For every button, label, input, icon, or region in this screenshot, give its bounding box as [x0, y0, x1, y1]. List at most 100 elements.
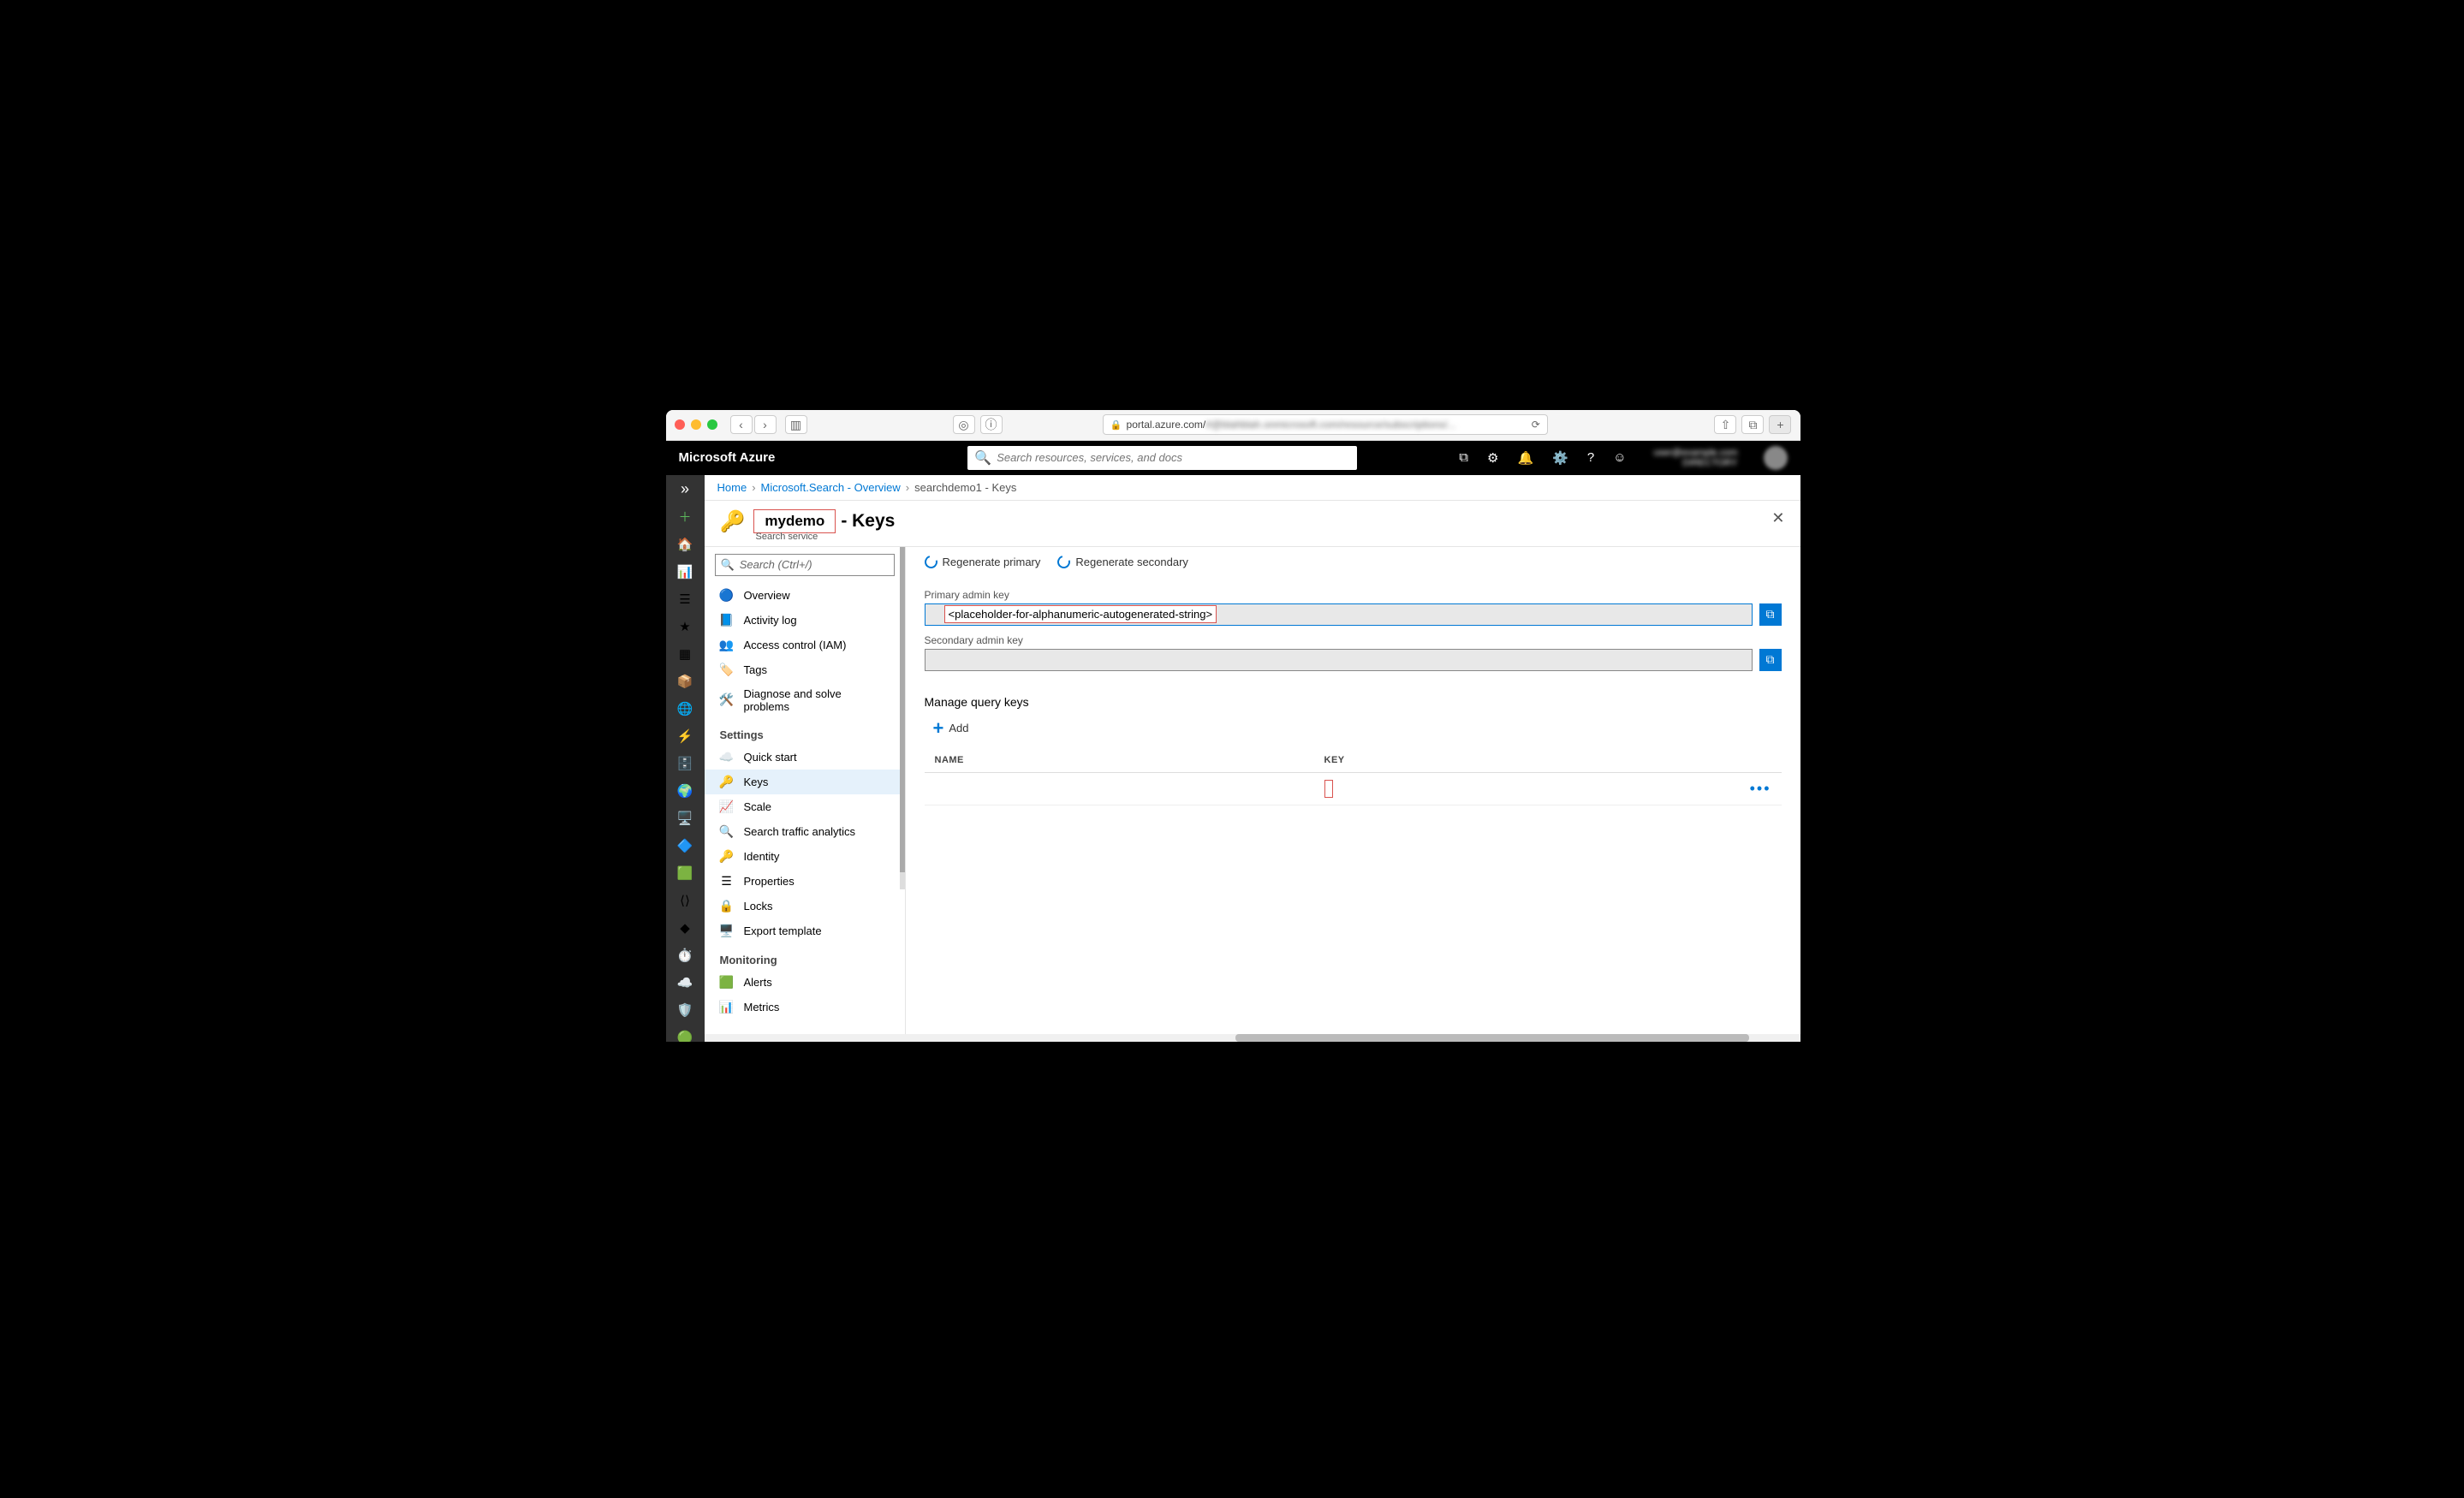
row-more-button[interactable]: •••	[1750, 780, 1771, 798]
sidebar-item-metrics[interactable]: 📊Metrics	[705, 995, 905, 1019]
row-key-value	[1324, 780, 1333, 798]
rail-item-1[interactable]: ＋	[677, 509, 693, 525]
sidebar-item-label: Search traffic analytics	[744, 825, 856, 838]
sidebar-item-export-template[interactable]: 🖥️Export template	[705, 918, 905, 943]
user-info[interactable]: user@example.com DIRECTORY	[1654, 448, 1738, 468]
url-path-obscured: #@blahblah.onmicrosoft.com/resource/subs…	[1205, 419, 1455, 431]
rail-item-18[interactable]: ☁️	[677, 975, 693, 990]
horizontal-scrollbar[interactable]	[705, 1034, 1800, 1042]
copy-primary-key-button[interactable]: ⧉	[1759, 603, 1782, 626]
sidebar-item-access-control-iam-[interactable]: 👥Access control (IAM)	[705, 633, 905, 657]
sidebar-toggle-icon[interactable]: ▥	[785, 415, 807, 434]
tabs-icon[interactable]: ⧉	[1741, 415, 1764, 434]
sidebar-search-placeholder: Search (Ctrl+/)	[740, 558, 812, 571]
cloud-shell-icon[interactable]: ⧉	[1459, 450, 1468, 465]
close-blade-icon[interactable]: ✕	[1771, 509, 1784, 527]
rail-item-7[interactable]: 📦	[677, 674, 693, 689]
rail-item-15[interactable]: ⟨⟩	[677, 893, 693, 908]
url-bar[interactable]: 🔒 portal.azure.com/ #@blahblah.onmicroso…	[1103, 414, 1548, 435]
forward-button[interactable]: ›	[754, 415, 777, 434]
regenerate-primary-button[interactable]: Regenerate primary	[925, 556, 1041, 568]
rail-item-3[interactable]: 📊	[677, 564, 693, 580]
reader-icon[interactable]: ⓘ	[980, 415, 1003, 434]
close-window-icon[interactable]	[675, 419, 685, 430]
feedback-icon[interactable]: ☺	[1613, 450, 1626, 465]
sidebar-item-icon: 🔍	[720, 824, 734, 839]
rail-item-9[interactable]: ⚡	[677, 728, 693, 744]
sidebar-item-scale[interactable]: 📈Scale	[705, 794, 905, 819]
rail-item-2[interactable]: 🏠	[677, 537, 693, 552]
sidebar-item-alerts[interactable]: 🟩Alerts	[705, 970, 905, 995]
global-search[interactable]: 🔍	[967, 446, 1357, 470]
plus-icon: +	[933, 717, 944, 740]
primary-key-field[interactable]: <placeholder-for-alphanumeric-autogenera…	[925, 603, 1753, 626]
rail-item-4[interactable]: ☰	[677, 591, 693, 607]
rail-item-12[interactable]: 🖥️	[677, 811, 693, 826]
refresh-icon	[922, 553, 939, 570]
rail-item-5[interactable]: ★	[677, 619, 693, 634]
sidebar-item-keys[interactable]: 🔑Keys	[705, 770, 905, 794]
rail-item-16[interactable]: ◆	[677, 920, 693, 936]
rail-item-14[interactable]: 🟩	[677, 865, 693, 881]
rail-item-17[interactable]: ⏱️	[677, 948, 693, 963]
breadcrumb-level1[interactable]: Microsoft.Search - Overview	[761, 481, 901, 494]
rail-item-10[interactable]: 🗄️	[677, 756, 693, 771]
sidebar-item-diagnose-and-solve-problems[interactable]: 🛠️Diagnose and solve problems	[705, 682, 905, 718]
sidebar-item-activity-log[interactable]: 📘 Activity log	[705, 608, 905, 633]
minimize-window-icon[interactable]	[691, 419, 701, 430]
sidebar-item-icon: 📈	[720, 800, 734, 814]
sidebar-item-locks[interactable]: 🔒Locks	[705, 894, 905, 918]
sidebar-item-icon: 🛠️	[720, 693, 734, 707]
sidebar-item-label: Activity log	[744, 614, 797, 627]
breadcrumb: Home › Microsoft.Search - Overview › sea…	[705, 475, 1800, 501]
sidebar-item-properties[interactable]: ☰Properties	[705, 869, 905, 894]
sidebar-search[interactable]: 🔍 Search (Ctrl+/)	[715, 554, 895, 576]
sidebar-item-label: Keys	[744, 776, 769, 788]
rail-item-11[interactable]: 🌍	[677, 783, 693, 799]
avatar[interactable]	[1764, 446, 1788, 470]
rail-item-19[interactable]: 🛡️	[677, 1002, 693, 1018]
sidebar-item-identity[interactable]: 🔑Identity	[705, 844, 905, 869]
manage-query-keys-title: Manage query keys	[925, 695, 1782, 709]
search-input[interactable]	[997, 451, 1350, 464]
rail-item-20[interactable]: 🟢	[677, 1030, 693, 1042]
privacy-icon[interactable]: ◎	[953, 415, 975, 434]
help-icon[interactable]: ?	[1587, 450, 1594, 465]
sidebar-item-tags[interactable]: 🏷️Tags	[705, 657, 905, 682]
reload-icon[interactable]: ⟳	[1532, 419, 1540, 431]
sidebar-item-label: Metrics	[744, 1001, 780, 1014]
filter-icon[interactable]: ⚙	[1487, 450, 1498, 466]
resource-sidebar: « 🔍 Search (Ctrl+/) 🔵Overview📘Activity l…	[705, 547, 906, 1042]
rail-item-13[interactable]: 🔷	[677, 838, 693, 853]
column-key: KEY	[1324, 755, 1771, 765]
sidebar-item-search-traffic-analytics[interactable]: 🔍 Search traffic analytics	[705, 819, 905, 844]
back-button[interactable]: ‹	[730, 415, 753, 434]
rail-item-0[interactable]: »	[677, 482, 693, 497]
add-query-key-button[interactable]: + Add	[933, 717, 1782, 740]
rail-item-6[interactable]: ▦	[677, 646, 693, 662]
copy-secondary-key-button[interactable]: ⧉	[1759, 649, 1782, 671]
share-icon[interactable]: ⇧	[1714, 415, 1736, 434]
new-tab-button[interactable]: +	[1769, 415, 1791, 434]
regenerate-secondary-button[interactable]: Regenerate secondary	[1057, 556, 1188, 568]
sidebar-item-quick-start[interactable]: ☁️Quick start	[705, 745, 905, 770]
rail-item-8[interactable]: 🌐	[677, 701, 693, 716]
sidebar-item-label: Alerts	[744, 976, 772, 989]
sidebar-section-monitoring: Monitoring	[705, 943, 905, 970]
sidebar-scrollbar[interactable]	[900, 547, 905, 889]
search-icon: 🔍	[974, 449, 991, 467]
sidebar-item-overview[interactable]: 🔵Overview	[705, 583, 905, 608]
primary-key-label: Primary admin key	[925, 589, 1782, 601]
service-name: mydemo	[753, 509, 836, 533]
sidebar-item-icon: ☰	[720, 874, 734, 889]
sidebar-item-icon: 📘	[720, 613, 734, 627]
notifications-icon[interactable]: 🔔	[1517, 450, 1533, 466]
main-pane: Regenerate primary Regenerate secondary …	[906, 547, 1800, 1042]
azure-logo[interactable]: Microsoft Azure	[679, 450, 776, 465]
maximize-window-icon[interactable]	[707, 419, 717, 430]
azure-header: Microsoft Azure 🔍 ⧉ ⚙ 🔔 ⚙️ ? ☺ user@exam…	[666, 441, 1800, 475]
breadcrumb-home[interactable]: Home	[717, 481, 747, 494]
settings-icon[interactable]: ⚙️	[1552, 450, 1568, 466]
secondary-key-field[interactable]	[925, 649, 1753, 671]
page-header: 🔑 mydemo - Keys Search service ✕	[705, 501, 1800, 547]
